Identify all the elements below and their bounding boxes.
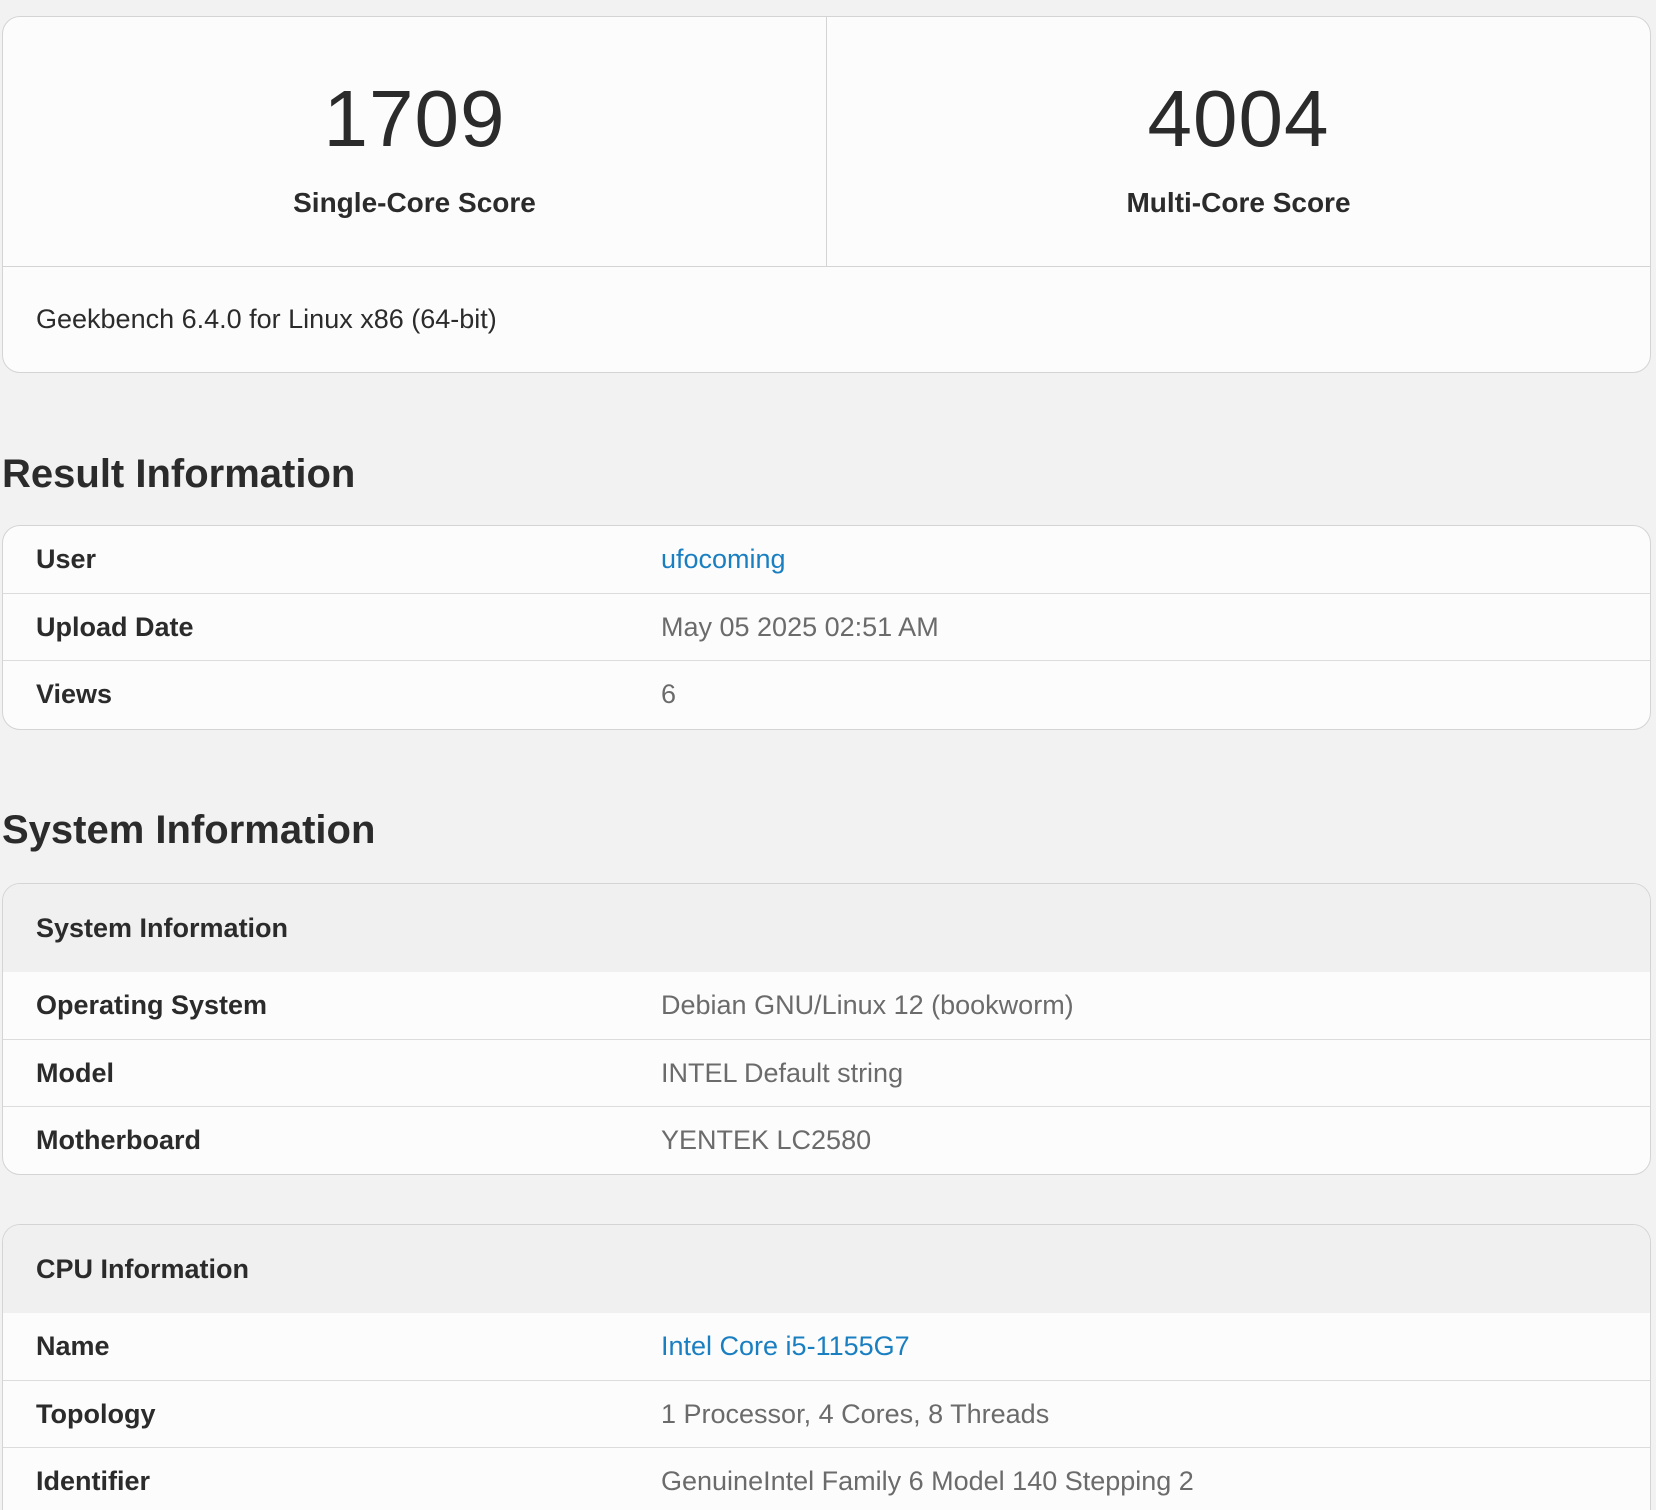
table-row: Topology 1 Processor, 4 Cores, 8 Threads xyxy=(3,1380,1650,1447)
identifier-value: GenuineIntel Family 6 Model 140 Stepping… xyxy=(661,1465,1194,1496)
single-core-label: Single-Core Score xyxy=(293,187,536,218)
row-label: Upload Date xyxy=(36,611,194,642)
row-label: Views xyxy=(36,678,113,709)
user-link[interactable]: ufocoming xyxy=(661,544,786,575)
row-label: Model xyxy=(36,1057,114,1088)
cpu-info-group-header: CPU Information xyxy=(3,1225,1650,1313)
row-label: Motherboard xyxy=(36,1124,201,1155)
single-core-cell: 1709 Single-Core Score xyxy=(3,17,826,266)
os-value: Debian GNU/Linux 12 (bookworm) xyxy=(661,990,1074,1020)
topology-value: 1 Processor, 4 Cores, 8 Threads xyxy=(661,1398,1050,1429)
row-label: Operating System xyxy=(36,990,268,1020)
cpu-info-table: CPU Information Name Intel Core i5-1155G… xyxy=(2,1224,1651,1510)
row-label: Topology xyxy=(36,1398,156,1429)
table-row: Model INTEL Default string xyxy=(3,1039,1650,1106)
single-core-score: 1709 xyxy=(323,74,506,163)
system-info-group-header: System Information xyxy=(3,884,1650,972)
system-info-title: System Information xyxy=(2,808,376,852)
multi-core-score: 4004 xyxy=(1147,74,1330,163)
cpu-name-link[interactable]: Intel Core i5-1155G7 xyxy=(661,1331,910,1362)
row-label: Identifier xyxy=(36,1465,151,1496)
table-row: Operating System Debian GNU/Linux 12 (bo… xyxy=(3,972,1650,1039)
page: 1709 Single-Core Score 4004 Multi-Core S… xyxy=(0,0,1656,1510)
result-info-table: User ufocoming Upload Date May 05 2025 0… xyxy=(2,525,1651,730)
benchmark-version: Geekbench 6.4.0 for Linux x86 (64-bit) xyxy=(36,304,497,334)
table-row: Upload Date May 05 2025 02:51 AM xyxy=(3,593,1650,660)
multi-core-cell: 4004 Multi-Core Score xyxy=(826,17,1650,266)
row-label: Name xyxy=(36,1331,110,1361)
score-card: 1709 Single-Core Score 4004 Multi-Core S… xyxy=(2,16,1651,373)
table-row: User ufocoming xyxy=(3,526,1650,593)
table-row: Views 6 xyxy=(3,660,1650,727)
result-info-title: Result Information xyxy=(2,452,356,496)
views-value: 6 xyxy=(661,678,677,709)
row-label: User xyxy=(36,544,97,574)
score-row: 1709 Single-Core Score 4004 Multi-Core S… xyxy=(3,17,1650,267)
upload-date-value: May 05 2025 02:51 AM xyxy=(661,611,939,642)
system-info-table: System Information Operating System Debi… xyxy=(2,883,1651,1175)
table-row: Name Intel Core i5-1155G7 xyxy=(3,1313,1650,1380)
multi-core-label: Multi-Core Score xyxy=(1126,187,1351,218)
table-row: Identifier GenuineIntel Family 6 Model 1… xyxy=(3,1447,1650,1510)
table-row: Motherboard YENTEK LC2580 xyxy=(3,1106,1650,1173)
model-value: INTEL Default string xyxy=(661,1057,904,1088)
motherboard-value: YENTEK LC2580 xyxy=(661,1124,872,1155)
